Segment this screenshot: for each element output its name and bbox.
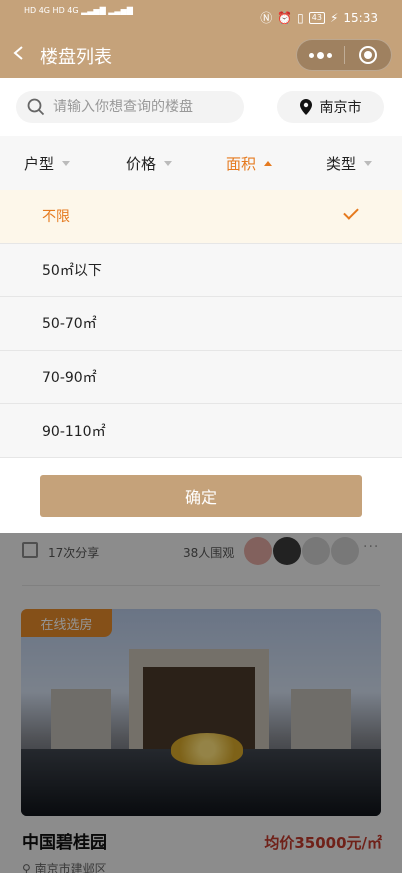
option-label: 不限: [42, 209, 70, 226]
clock: 15:33: [343, 10, 378, 25]
signal-text: HD 4G HD 4G: [24, 6, 79, 15]
vibrate-icon: ▯: [297, 10, 304, 25]
tab-label: 面积: [226, 154, 257, 173]
area-option-50-70[interactable]: 50-70㎡: [0, 297, 402, 351]
option-label: 90-110㎡: [42, 423, 106, 440]
option-label: 50-70㎡: [42, 316, 97, 333]
dropdown-triangle-icon: [364, 160, 373, 166]
page-title: 楼盘列表: [40, 47, 112, 68]
signal-indicator: HD 4G HD 4G ▂▃▅▇ ▂▃▅▇: [24, 6, 133, 15]
confirm-area: 确定: [0, 458, 402, 533]
status-right: Ⓝ ⏰ ▯ 43 ⚡ 15:33: [260, 9, 378, 26]
target-icon: [358, 46, 377, 64]
tab-area[interactable]: 面积: [226, 136, 273, 190]
battery-icon: 43: [308, 11, 325, 24]
dropdown-triangle-icon: [264, 160, 273, 166]
confirm-button[interactable]: 确定: [40, 475, 362, 517]
dim-overlay[interactable]: [0, 533, 402, 873]
mini-program-capsule: [296, 39, 392, 71]
tab-label: 户型: [24, 154, 55, 173]
checkmark-icon: [343, 204, 359, 220]
area-option-70-90[interactable]: 70-90㎡: [0, 351, 402, 405]
charging-icon: ⚡: [329, 10, 339, 25]
search-box[interactable]: [16, 91, 244, 123]
more-menu-button[interactable]: [297, 40, 344, 70]
back-arrow-icon[interactable]: [12, 45, 26, 61]
search-row: 南京市: [0, 78, 402, 136]
location-pin-icon: [299, 99, 312, 115]
city-selector[interactable]: 南京市: [277, 91, 384, 123]
dropdown-triangle-icon: [164, 160, 173, 166]
area-option-90-110[interactable]: 90-110㎡: [0, 404, 402, 458]
area-option-under-50[interactable]: 50㎡以下: [0, 244, 402, 298]
nfc-icon: Ⓝ: [260, 11, 273, 25]
close-mini-program-button[interactable]: [345, 40, 392, 70]
search-input[interactable]: [53, 99, 233, 115]
tab-price[interactable]: 价格: [126, 136, 173, 190]
alarm-icon: ⏰: [277, 10, 293, 25]
filter-tabs: 户型 价格 面积 类型: [0, 136, 402, 190]
option-label: 50㎡以下: [42, 262, 102, 279]
status-bar: HD 4G HD 4G ▂▃▅▇ ▂▃▅▇ Ⓝ ⏰ ▯ 43 ⚡ 15:33: [0, 0, 402, 32]
top-bar: HD 4G HD 4G ▂▃▅▇ ▂▃▅▇ Ⓝ ⏰ ▯ 43 ⚡ 15:33 楼…: [0, 0, 402, 78]
dropdown-triangle-icon: [62, 160, 71, 166]
nav-bar: 楼盘列表: [0, 32, 402, 78]
search-icon: [27, 98, 45, 116]
area-option-any[interactable]: 不限: [0, 190, 402, 244]
option-label: 70-90㎡: [42, 370, 97, 387]
tab-type[interactable]: 类型: [326, 136, 373, 190]
area-options-list: 不限 50㎡以下 50-70㎡ 70-90㎡ 90-110㎡: [0, 190, 402, 458]
more-dots-icon: [308, 51, 332, 59]
tab-label: 类型: [326, 154, 357, 173]
city-label: 南京市: [319, 100, 362, 116]
tab-label: 价格: [126, 154, 157, 173]
signal-bars-icon: ▂▃▅▇ ▂▃▅▇: [81, 6, 133, 15]
tab-layout[interactable]: 户型: [24, 136, 71, 190]
